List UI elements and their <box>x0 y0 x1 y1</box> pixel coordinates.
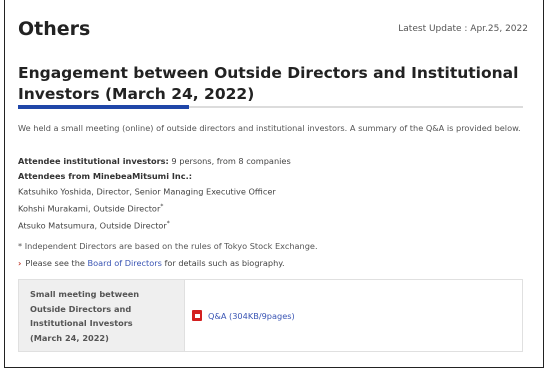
latest-update: Latest Update : Apr.25, 2022 <box>398 24 528 34</box>
section-heading: Engagement between Outside Directors and… <box>18 64 519 103</box>
investors-line: Attendee institutional investors: 9 pers… <box>18 156 291 166</box>
heading-accent-bar <box>18 105 189 109</box>
attendees-label: Attendees from MinebeaMitsumi Inc.: <box>18 171 192 181</box>
meeting-table-cell: Q&A (304KB/9pages) <box>185 280 522 351</box>
meeting-table: Small meeting between Outside Directors … <box>18 279 523 352</box>
investors-label: Attendee institutional investors: <box>18 156 169 166</box>
pdf-icon <box>192 310 202 321</box>
see-suffix: for details such as biography. <box>161 258 285 268</box>
see-line: › Please see the Board of Directors for d… <box>18 258 285 268</box>
board-of-directors-link[interactable]: Board of Directors <box>88 258 162 268</box>
meeting-table-header: Small meeting between Outside Directors … <box>19 280 185 351</box>
investors-value: 9 persons, from 8 companies <box>168 156 291 166</box>
page-title: Others <box>18 18 91 40</box>
chevron-right-icon: › <box>18 258 22 268</box>
qa-pdf-link[interactable]: Q&A (304KB/9pages) <box>208 311 295 321</box>
attendee-item: Katsuhiko Yoshida, Director, Senior Mana… <box>18 186 276 197</box>
see-prefix: Please see the <box>25 258 88 268</box>
intro-paragraph: We held a small meeting (online) of outs… <box>18 123 521 133</box>
attendee-item: Kohshi Murakami, Outside Director* <box>18 203 164 214</box>
attendee-item: Atsuko Matsumura, Outside Director* <box>18 220 170 231</box>
independent-note: * Independent Directors are based on the… <box>18 241 318 251</box>
